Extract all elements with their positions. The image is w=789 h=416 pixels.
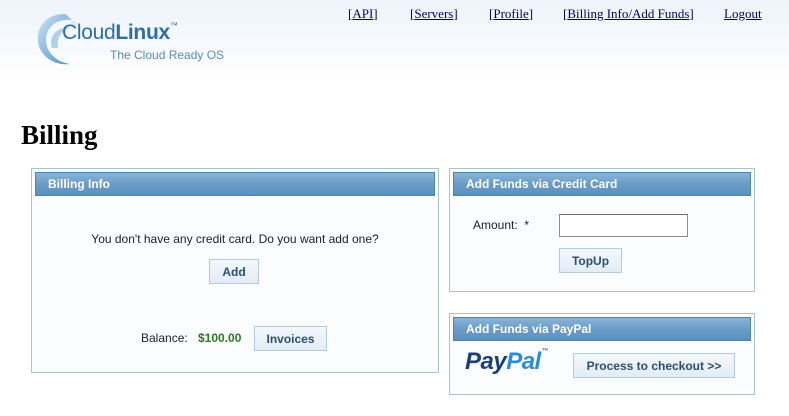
credit-card-header: Add Funds via Credit Card: [453, 172, 751, 196]
paypal-header: Add Funds via PayPal: [453, 317, 751, 341]
balance-value: $100.00: [198, 331, 242, 345]
billing-info-header: Billing Info: [35, 172, 435, 196]
billing-info-panel: Billing Info You don't have any credit c…: [31, 168, 439, 373]
credit-card-panel: Add Funds via Credit Card Amount: * TopU…: [449, 168, 755, 292]
page-title: Billing: [21, 120, 98, 150]
balance-label: Balance:: [141, 331, 188, 345]
paypal-checkout-button[interactable]: Process to checkout >>: [573, 353, 735, 378]
amount-label: Amount: *: [473, 218, 530, 232]
nav-link-servers[interactable]: Servers: [410, 6, 458, 22]
brand-tagline: The Cloud Ready OS: [110, 48, 225, 62]
nav-link-billing[interactable]: Billing Info/Add Funds: [563, 6, 694, 22]
nav-link-logout[interactable]: Logout: [724, 6, 762, 22]
paypal-panel: Add Funds via PayPal PayPal™ Process to …: [449, 313, 755, 395]
no-card-message: You don't have any credit card. Do you w…: [91, 232, 379, 246]
nav-link-profile[interactable]: Profile: [489, 6, 533, 22]
paypal-logo: PayPal™: [465, 348, 549, 375]
amount-input[interactable]: [559, 214, 688, 237]
required-marker: *: [524, 218, 530, 232]
invoices-button[interactable]: Invoices: [254, 326, 327, 351]
top-navigation: API Servers Profile Billing Info/Add Fun…: [0, 6, 789, 26]
topup-button[interactable]: TopUp: [559, 248, 622, 273]
nav-link-api[interactable]: API: [348, 6, 378, 22]
add-card-button[interactable]: Add: [209, 259, 259, 284]
